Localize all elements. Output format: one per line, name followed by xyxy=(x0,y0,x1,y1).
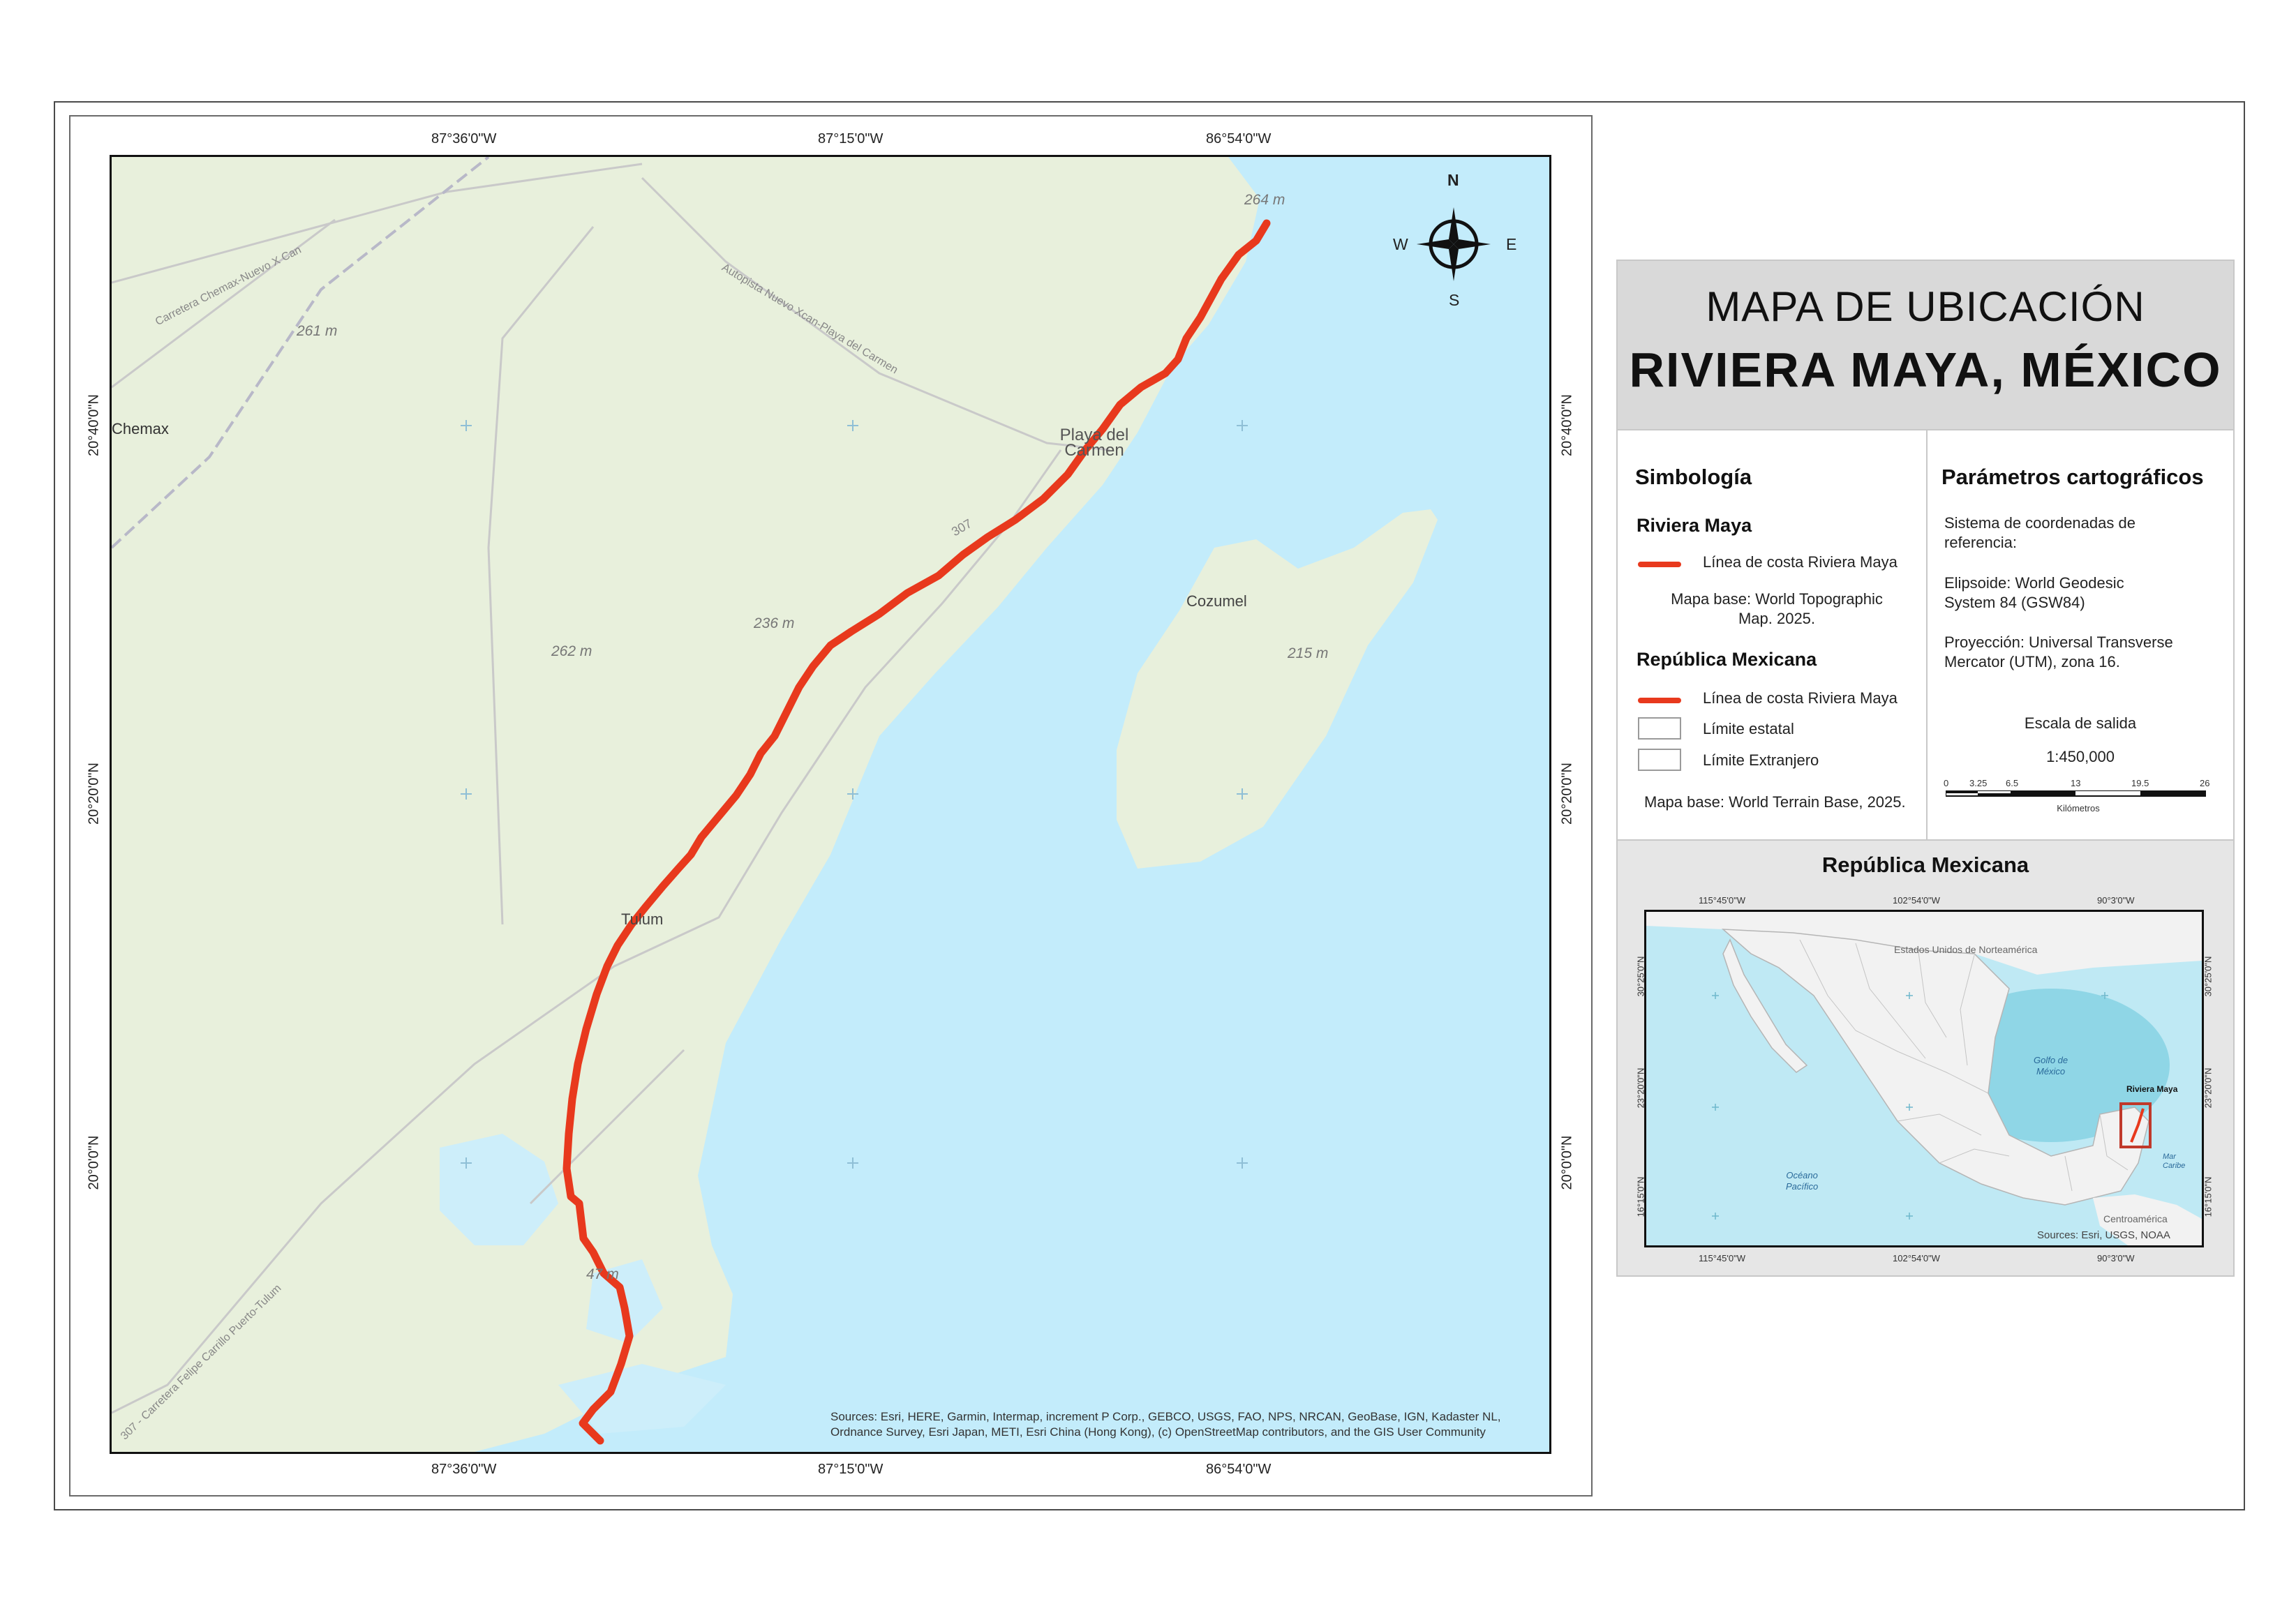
attribution-line1: Sources: Esri, HERE, Garmin, Intermap, i… xyxy=(830,1410,1501,1423)
elevation-label: 264 m xyxy=(1244,192,1285,208)
east-label: E xyxy=(1506,235,1517,253)
elevation-label: 215 m xyxy=(1288,645,1329,661)
legend-swatch-coastline xyxy=(1638,562,1681,567)
inset-pacific-line2: Pacífico xyxy=(1786,1181,1819,1192)
legend-section-mexico: República Mexicana xyxy=(1637,649,1817,670)
scale-tick: 6.5 xyxy=(2006,778,2019,788)
lat-label-left: 20°20'0"N xyxy=(86,763,102,825)
inset-label-pacific: Océano Pacífico xyxy=(1786,1170,1818,1192)
lon-label-bottom: 86°54'0"W xyxy=(1206,1462,1272,1477)
elevation-label: 261 m xyxy=(297,323,338,339)
inset-pacific-line1: Océano xyxy=(1786,1170,1818,1180)
legend-section-riviera: Riviera Maya xyxy=(1637,515,1752,536)
elevation-label: 47 m xyxy=(586,1266,619,1282)
inset-label-central: Centroamérica xyxy=(2103,1213,2168,1224)
lon-label-top: 87°15'0"W xyxy=(818,131,884,147)
lon-label-bottom: 87°15'0"W xyxy=(818,1462,884,1477)
place-tulum: Tulum xyxy=(621,910,664,928)
inset-lat-right: 30°25'0"N xyxy=(2202,956,2214,997)
south-label: S xyxy=(1449,291,1460,309)
inset-lon-bottom: 115°45'0"W xyxy=(1699,1253,1745,1263)
params-crs-line2: referencia: xyxy=(1944,534,2017,551)
legend-swatch-state xyxy=(1638,717,1681,740)
elevation-label: 236 m xyxy=(754,615,795,631)
legend-item-coastline: Línea de costa Riviera Maya xyxy=(1703,553,1898,571)
inset-lon-bottom: 90°3'0"W xyxy=(2097,1253,2135,1263)
place-chemax: Chemax xyxy=(112,420,169,437)
params-title: Parámetros cartográficos xyxy=(1941,465,2204,489)
params-projection: Proyección: Universal Transverse Mercato… xyxy=(1944,633,2173,672)
params-ellipsoid-line1: Elipsoide: World Geodesic xyxy=(1944,574,2124,592)
scale-tick: 3.25 xyxy=(1969,778,1988,788)
inset-lon-top: 90°3'0"W xyxy=(2097,895,2135,906)
legend-basemap1-line2: Map. 2025. xyxy=(1738,610,1816,627)
inset-lon-top: 102°54'0"W xyxy=(1893,895,1940,906)
inset-lon-top: 115°45'0"W xyxy=(1699,895,1745,906)
place-playa-del-carmen: Playa del Carmen xyxy=(1045,427,1143,460)
legend-basemap2: Mapa base: World Terrain Base, 2025. xyxy=(1644,793,1906,811)
title-line2: RIVIERA MAYA, MÉXICO xyxy=(1629,343,2222,397)
inset-label-gulf: Golfo de México xyxy=(2034,1055,2068,1077)
legend-item-coastline-2: Línea de costa Riviera Maya xyxy=(1703,689,1898,707)
scale-tick: 0 xyxy=(1944,778,1949,788)
legend-item-foreign: Límite Extranjero xyxy=(1703,751,1819,769)
lat-label-left: 20°40'0"N xyxy=(86,394,102,456)
north-label: N xyxy=(1447,171,1459,189)
inset-label-usa: Estados Unidos de Norteamérica xyxy=(1894,944,2038,955)
place-playa-line2: Carmen xyxy=(1064,441,1124,460)
params-ellipsoid: Elipsoide: World Geodesic System 84 (GSW… xyxy=(1944,573,2124,613)
attribution: Sources: Esri, HERE, Garmin, Intermap, i… xyxy=(830,1409,1501,1440)
inset-gulf-line1: Golfo de xyxy=(2034,1055,2068,1065)
scale-bar-graphic xyxy=(1946,790,2206,797)
inset-gulf-line2: México xyxy=(2036,1066,2066,1077)
inset-label-riviera: Riviera Maya xyxy=(2126,1084,2178,1094)
inset-lat-right: 16°15'0"N xyxy=(2202,1176,2214,1217)
lon-label-bottom: 87°36'0"W xyxy=(431,1462,497,1477)
place-cozumel: Cozumel xyxy=(1186,592,1247,610)
lat-label-right: 20°40'0"N xyxy=(1559,394,1575,456)
scale-tick: 13 xyxy=(2071,778,2081,788)
inset-map-canvas xyxy=(1646,912,2202,1245)
attribution-line2: Ordnance Survey, Esri Japan, METI, Esri … xyxy=(830,1425,1486,1439)
lon-label-top: 86°54'0"W xyxy=(1206,131,1272,147)
legend-swatch-coastline xyxy=(1638,698,1681,703)
params-crs: Sistema de coordenadas de referencia: xyxy=(1944,513,2135,553)
inset-label-caribe: Mar Caribe xyxy=(2163,1153,2186,1170)
lat-label-left: 20°0'0"N xyxy=(86,1135,102,1190)
inset-sources: Sources: Esri, USGS, NOAA xyxy=(2037,1229,2170,1241)
lat-label-right: 20°0'0"N xyxy=(1559,1135,1575,1190)
scale-value: 1:450,000 xyxy=(2046,748,2115,765)
legend-title: Simbología xyxy=(1635,465,1752,489)
scale-label: Escala de salida xyxy=(2024,714,2137,732)
info-divider xyxy=(1926,430,1928,839)
inset-title: República Mexicana xyxy=(1821,853,2029,877)
legend-basemap1-line1: Mapa base: World Topographic xyxy=(1671,590,1883,608)
scale-tick: 26 xyxy=(2200,778,2210,788)
lat-label-right: 20°20'0"N xyxy=(1559,763,1575,825)
inset-lon-bottom: 102°54'0"W xyxy=(1893,1253,1940,1263)
scale-unit: Kilómetros xyxy=(2057,803,2100,813)
scale-bar: 0 3.25 6.5 13 19.5 26 Kilómetros xyxy=(1944,778,2211,813)
legend-item-state: Límite estatal xyxy=(1703,720,1794,737)
params-crs-line1: Sistema de coordenadas de xyxy=(1944,514,2135,532)
legend-swatch-foreign xyxy=(1638,749,1681,771)
elevation-label: 262 m xyxy=(551,643,592,659)
inset-lat-right: 23°20'0"N xyxy=(2202,1067,2214,1109)
inset-map[interactable]: Estados Unidos de Norteamérica Golfo de … xyxy=(1644,910,2204,1247)
lon-label-top: 87°36'0"W xyxy=(431,131,497,147)
legend-basemap1: Mapa base: World Topographic Map. 2025. xyxy=(1644,590,1909,629)
main-map-canvas xyxy=(112,157,1549,1452)
title-line1: MAPA DE UBICACIÓN xyxy=(1706,283,2145,330)
params-projection-line1: Proyección: Universal Transverse xyxy=(1944,633,2173,651)
main-map[interactable]: Chemax Playa del Carmen Cozumel Tulum 26… xyxy=(110,155,1551,1454)
params-projection-line2: Mercator (UTM), zona 16. xyxy=(1944,653,2120,670)
west-label: W xyxy=(1393,235,1408,253)
scale-tick: 19.5 xyxy=(2131,778,2149,788)
north-arrow: N S W E xyxy=(1387,171,1520,310)
params-ellipsoid-line2: System 84 (GSW84) xyxy=(1944,594,2085,611)
